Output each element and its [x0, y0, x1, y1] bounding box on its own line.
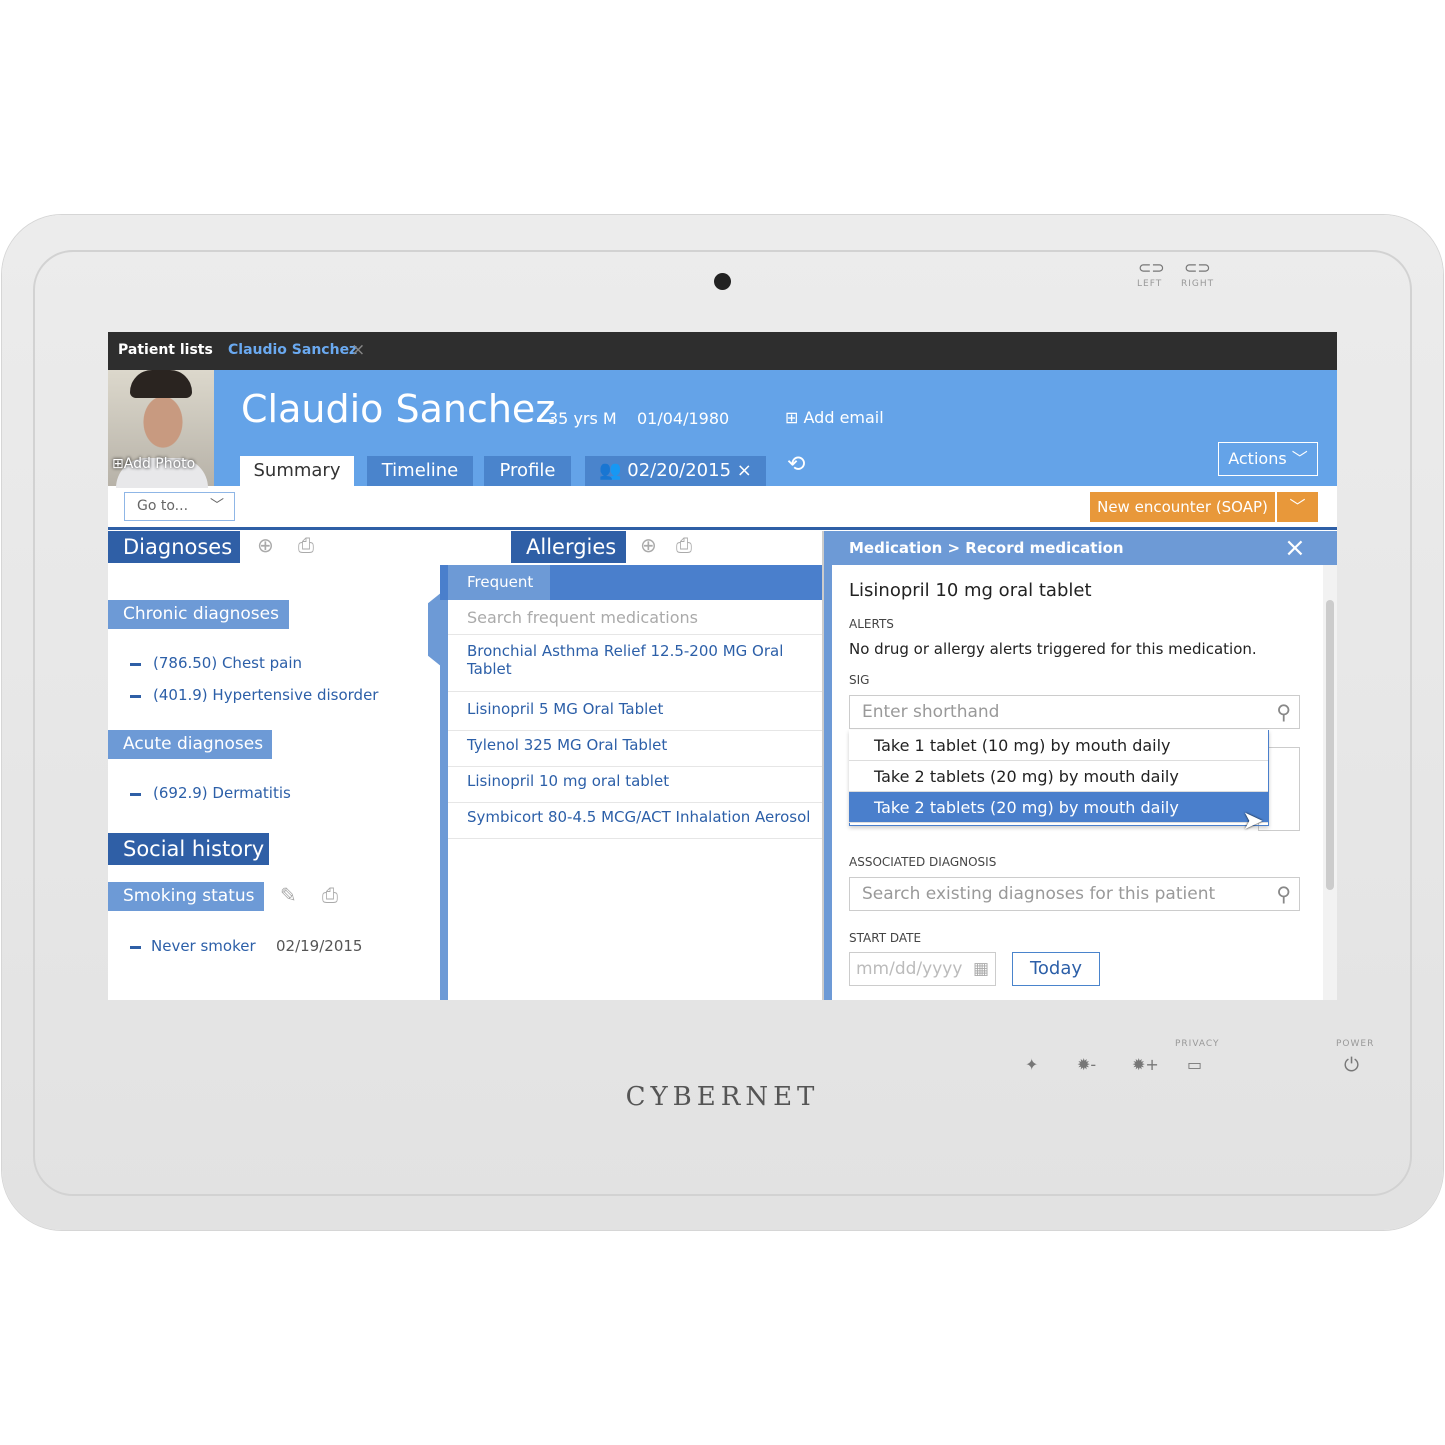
right-button-icon[interactable]: ⊂⊃ — [1184, 258, 1211, 277]
diagnosis-item[interactable]: (786.50) Chest pain — [153, 654, 302, 672]
associated-diagnosis-input[interactable]: Search existing diagnoses for this patie… — [849, 877, 1300, 911]
sig-input[interactable]: Enter shorthand ⚲ — [849, 695, 1300, 729]
record-breadcrumb: Medication > Record medication — [849, 539, 1124, 557]
history-icon[interactable]: ⟲ — [787, 452, 805, 477]
print-icon[interactable]: ⎙ — [298, 533, 314, 557]
social-history-header: Social history — [108, 833, 269, 865]
medication-item[interactable]: Bronchial Asthma Relief 12.5-200 MG Oral… — [448, 642, 823, 692]
bullet — [130, 946, 141, 949]
chevron-down-icon: ﹀ — [1291, 449, 1308, 468]
calendar-icon[interactable]: ▦ — [973, 953, 989, 985]
medication-name: Lisinopril 10 mg oral tablet — [849, 580, 1092, 601]
sig-option-selected[interactable]: Take 2 tablets (20 mg) by mouth daily — [849, 792, 1268, 823]
bullet — [130, 663, 141, 666]
patient-photo[interactable]: ⊞Add Photo — [108, 370, 214, 488]
print-icon[interactable]: ⎙ — [322, 883, 338, 907]
sig-label: SIG — [849, 673, 870, 687]
panel-edge — [440, 565, 448, 1000]
diagnoses-header: Diagnoses — [108, 531, 240, 563]
medication-item[interactable]: Lisinopril 10 mg oral tablet — [448, 772, 823, 803]
bullet — [130, 695, 141, 698]
brightness-auto-icon[interactable]: ✦ — [1025, 1055, 1038, 1074]
goto-select[interactable]: Go to... ﹀ — [124, 492, 235, 521]
add-allergy-icon[interactable]: ⊕ — [640, 533, 657, 557]
new-encounter-button[interactable]: New encounter (SOAP) — [1090, 492, 1275, 522]
sig-option[interactable]: Take 2 tablets (20 mg) by mouth daily — [849, 761, 1268, 792]
print-icon[interactable]: ⎙ — [676, 533, 692, 557]
medication-item[interactable]: Symbicort 80-4.5 MCG/ACT Inhalation Aero… — [448, 808, 823, 839]
screen: Patient lists Claudio Sanchez × ⊞Add Pho… — [108, 332, 1337, 1000]
today-button[interactable]: Today — [1012, 952, 1100, 986]
plus-box-icon: ⊞ — [785, 408, 804, 427]
medication-item[interactable]: Lisinopril 5 MG Oral Tablet — [448, 700, 823, 731]
start-date-label: START DATE — [849, 931, 922, 945]
close-icon[interactable]: × — [1284, 533, 1306, 563]
patient-age-sex: 35 yrs M — [548, 409, 617, 428]
chevron-down-icon: ﹀ — [1289, 497, 1306, 516]
alerts-label: ALERTS — [849, 617, 894, 631]
add-diagnosis-icon[interactable]: ⊕ — [257, 533, 274, 557]
power-icon[interactable]: ⏻ — [1344, 1054, 1359, 1076]
privacy-label: PRIVACY — [1175, 1039, 1220, 1049]
privacy-icon[interactable]: ▭ — [1187, 1055, 1202, 1074]
diagnosis-item[interactable]: (401.9) Hypertensive disorder — [153, 686, 378, 704]
patient-tab[interactable]: Claudio Sanchez — [228, 342, 357, 358]
camera-icon — [714, 273, 731, 290]
frequent-tab[interactable]: Frequent — [448, 565, 550, 600]
add-photo-button[interactable]: ⊞Add Photo — [112, 456, 195, 472]
smoking-status-value: Never smoker — [151, 937, 256, 955]
scrollbar[interactable] — [1323, 565, 1337, 1000]
acute-diagnoses-header: Acute diagnoses — [108, 730, 272, 759]
alerts-text: No drug or allergy alerts triggered for … — [849, 640, 1257, 658]
close-icon[interactable]: × — [731, 460, 752, 481]
add-email-button[interactable]: ⊞ Add email — [785, 408, 884, 427]
close-tab-icon[interactable]: × — [351, 340, 365, 360]
left-button-icon[interactable]: ⊂⊃ — [1138, 258, 1165, 277]
right-label: RIGHT — [1181, 279, 1215, 289]
scrollbar-thumb[interactable] — [1326, 600, 1334, 890]
start-date-input[interactable]: mm/dd/yyyy ▦ — [849, 952, 996, 986]
actions-button[interactable]: Actions ﹀ — [1218, 442, 1318, 476]
sig-option[interactable]: Take 1 tablet (10 mg) by mouth daily — [849, 730, 1268, 761]
patient-dob: 01/04/1980 — [637, 409, 730, 428]
tab-encounter[interactable]: 👥 02/20/2015 × — [585, 456, 766, 486]
medication-item[interactable]: Tylenol 325 MG Oral Tablet — [448, 736, 823, 767]
tab-summary[interactable]: Summary — [240, 456, 354, 486]
edit-icon[interactable]: ✎ — [280, 883, 297, 907]
brand-logo: CYBERNET — [625, 1082, 820, 1112]
diagnosis-item[interactable]: (692.9) Dermatitis — [153, 784, 291, 802]
new-encounter-dropdown[interactable]: ﹀ — [1277, 492, 1318, 522]
smoking-status-header: Smoking status — [108, 882, 264, 911]
divider — [108, 527, 1337, 530]
frequent-search-input[interactable]: Search frequent medications — [448, 600, 823, 635]
mouse-cursor-icon: ➤ — [1242, 806, 1264, 836]
users-icon: 👥 — [599, 460, 628, 481]
patient-lists-link[interactable]: Patient lists — [118, 342, 213, 358]
brightness-up-icon[interactable]: ✹+ — [1132, 1055, 1159, 1074]
chevron-down-icon: ﹀ — [210, 498, 224, 514]
power-label: POWER — [1336, 1039, 1375, 1049]
chronic-diagnoses-header: Chronic diagnoses — [108, 600, 289, 629]
tab-profile[interactable]: Profile — [484, 456, 571, 486]
search-icon: ⚲ — [1276, 700, 1291, 724]
left-label: LEFT — [1137, 279, 1163, 289]
plus-box-icon: ⊞ — [112, 456, 124, 472]
smoking-status-date: 02/19/2015 — [276, 937, 363, 955]
patient-name: Claudio Sanchez — [241, 387, 556, 431]
allergies-header: Allergies — [511, 531, 626, 563]
associated-diagnosis-label: ASSOCIATED DIAGNOSIS — [849, 855, 997, 869]
brightness-down-icon[interactable]: ✹- — [1077, 1055, 1096, 1074]
search-icon: ⚲ — [1276, 882, 1291, 906]
tab-timeline[interactable]: Timeline — [367, 456, 473, 486]
top-bar: Patient lists Claudio Sanchez × — [108, 332, 1337, 370]
bullet — [130, 793, 141, 796]
